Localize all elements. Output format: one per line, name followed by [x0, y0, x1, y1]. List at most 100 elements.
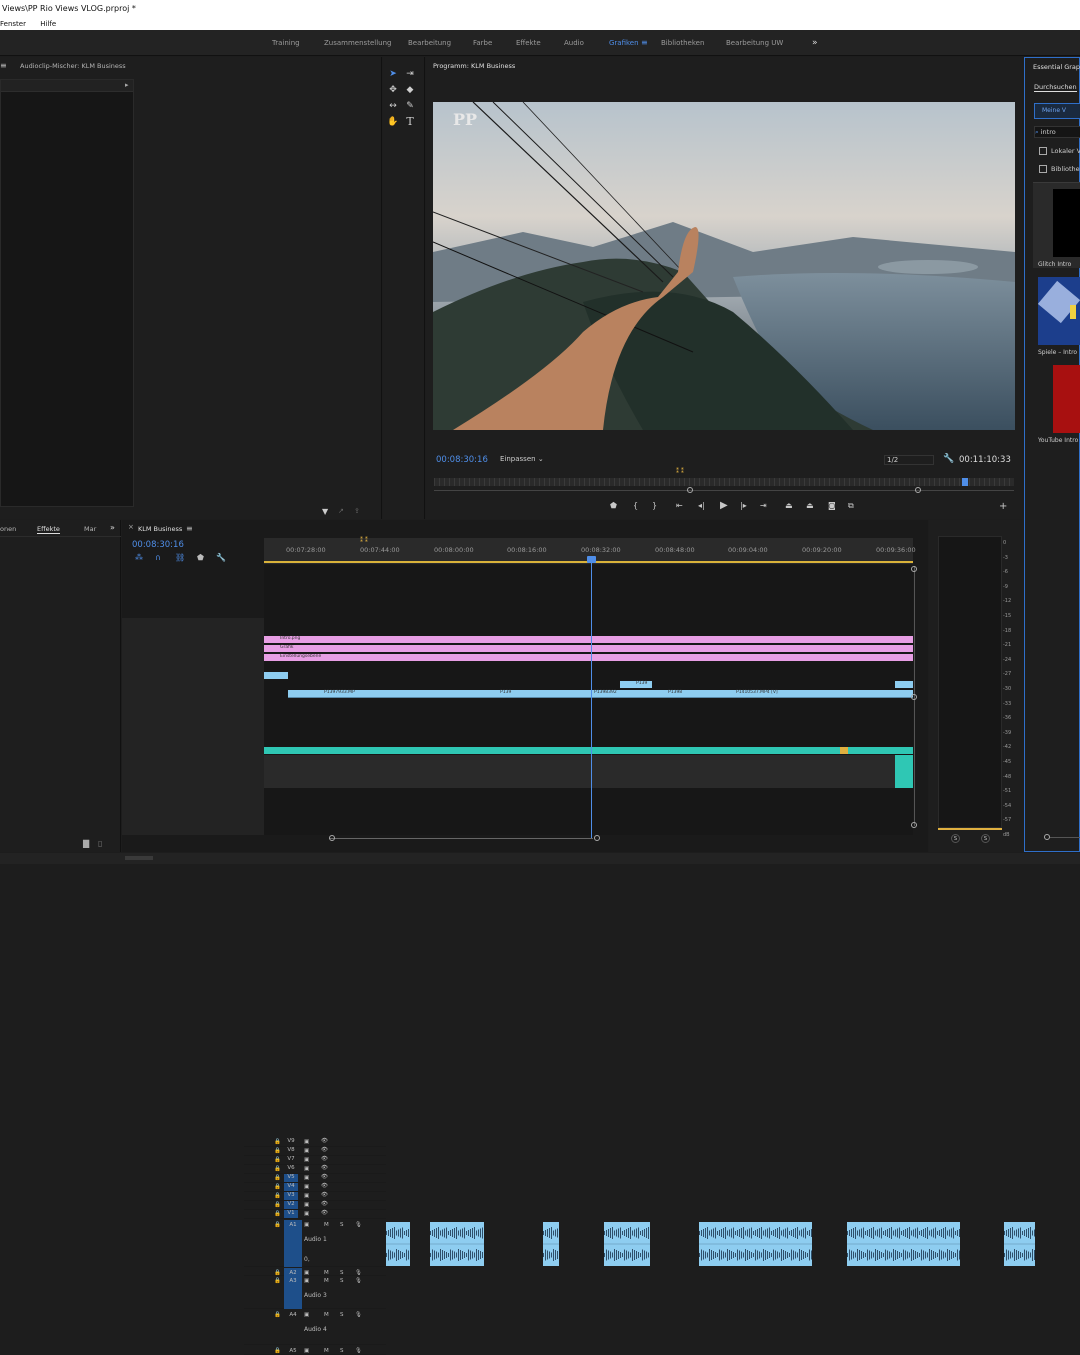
magnet-icon[interactable]: ∩ — [155, 553, 161, 562]
clip-v1[interactable]: P1397933.MP P139 P1398392 P1398 P1410537… — [288, 690, 913, 698]
workspace-more-icon[interactable]: » — [812, 30, 818, 56]
scroll-handle-right[interactable] — [594, 835, 600, 841]
lock-icon[interactable]: 🔒 — [274, 1139, 281, 1145]
lock-icon[interactable]: 🔒 — [274, 1175, 281, 1181]
video-frame[interactable]: PP — [433, 102, 1015, 430]
solo-button[interactable]: S — [340, 1348, 344, 1354]
template-thumbnail-youtube[interactable] — [1053, 365, 1080, 433]
sync-icon[interactable]: ▣ — [304, 1278, 309, 1284]
trash-icon[interactable]: ▯ — [98, 839, 102, 848]
clip-v2[interactable]: P139 — [620, 681, 652, 688]
marker-icon[interactable]: ⬟ — [197, 553, 204, 562]
track-target[interactable]: V9 — [284, 1138, 298, 1146]
scroll-handle-left[interactable] — [329, 835, 335, 841]
camera-icon[interactable]: ◙ — [828, 501, 836, 510]
microphone-icon[interactable]: 🎙 — [355, 1348, 362, 1354]
lock-icon[interactable]: 🔒 — [274, 1211, 281, 1217]
filter-icon[interactable]: ▼ — [322, 507, 328, 516]
ripple-edit-tool-icon[interactable]: ✥ — [386, 83, 400, 97]
track-area[interactable] — [264, 565, 913, 835]
selection-tool-icon[interactable]: ➤ — [386, 67, 400, 81]
tab-effects[interactable]: Effekte — [37, 525, 60, 534]
slip-tool-icon[interactable]: ↔ — [386, 99, 400, 113]
clip-v3[interactable] — [264, 672, 288, 679]
eye-icon[interactable]: 👁 — [321, 1183, 328, 1189]
close-sequence-icon[interactable]: × — [128, 523, 134, 531]
clip-adjustment-layer[interactable]: Einstellungsebene — [264, 654, 913, 661]
track-target[interactable]: V1 — [284, 1210, 298, 1218]
track-select-tool-icon[interactable]: ⇥ — [403, 67, 417, 81]
mute-button[interactable]: M — [324, 1348, 329, 1354]
sync-icon[interactable]: ▣ — [304, 1222, 309, 1228]
more-panels-icon[interactable]: » — [110, 523, 115, 532]
sync-icon[interactable]: ▣ — [304, 1175, 309, 1181]
a2-keyframe[interactable] — [840, 747, 848, 754]
hand-tool-icon[interactable]: ✋ — [386, 115, 400, 129]
workspace-tab-libraries[interactable]: Bibliotheken — [661, 30, 704, 56]
workspace-tab-color[interactable]: Farbe — [473, 30, 492, 56]
sync-icon[interactable]: ▣ — [304, 1184, 309, 1190]
lock-icon[interactable]: 🔒 — [274, 1278, 281, 1284]
solo-button[interactable]: S — [340, 1312, 344, 1318]
sync-icon[interactable]: ▣ — [304, 1348, 309, 1354]
track-target[interactable]: A3 — [284, 1276, 302, 1309]
eye-icon[interactable]: 👁 — [321, 1174, 328, 1180]
workspace-menu-icon[interactable]: ≡ — [641, 30, 648, 56]
wrench-icon[interactable]: 🔧 — [943, 454, 954, 464]
fit-select[interactable]: Einpassen ⌄ — [500, 455, 544, 463]
zoom-bar[interactable] — [434, 490, 1014, 491]
eye-icon[interactable]: 👁 — [321, 1156, 328, 1162]
track-target[interactable]: V7 — [284, 1156, 298, 1164]
step-forward-icon[interactable]: |▸ — [740, 501, 747, 510]
sync-icon[interactable]: ▣ — [304, 1139, 309, 1145]
tab-markers[interactable]: Mar — [84, 525, 96, 533]
playhead-head[interactable] — [587, 556, 596, 563]
playhead-handle[interactable] — [962, 478, 968, 486]
program-scrubber[interactable] — [434, 478, 1014, 486]
workspace-tab-training[interactable]: Training — [272, 30, 300, 56]
audio-clip-a1[interactable] — [386, 1222, 410, 1266]
my-templates-button[interactable]: Meine V — [1034, 103, 1080, 119]
program-timecode[interactable]: 00:08:30:16 — [436, 455, 488, 465]
template-thumbnail-games[interactable] — [1038, 277, 1080, 345]
eye-icon[interactable]: 👁 — [321, 1165, 328, 1171]
lock-icon[interactable]: 🔒 — [274, 1157, 281, 1163]
track-target[interactable]: V6 — [284, 1165, 298, 1173]
lock-icon[interactable]: 🔒 — [274, 1184, 281, 1190]
vscroll-handle-top[interactable] — [911, 566, 917, 572]
chevron-right-icon[interactable]: ▸ — [125, 81, 129, 89]
workspace-tab-assembly[interactable]: Zusammenstellung — [324, 30, 391, 56]
sync-icon[interactable]: ▣ — [304, 1211, 309, 1217]
lock-icon[interactable]: 🔒 — [274, 1348, 281, 1354]
audio-clip-a1[interactable] — [604, 1222, 650, 1266]
lock-icon[interactable]: 🔒 — [274, 1202, 281, 1208]
track-target[interactable]: A2 — [284, 1268, 302, 1276]
menu-item-help[interactable]: Hilfe — [40, 20, 56, 28]
mute-button[interactable]: M — [324, 1222, 329, 1228]
tab-browse[interactable]: Durchsuchen — [1034, 83, 1077, 92]
meter-solo-left[interactable]: S — [951, 834, 960, 843]
lock-icon[interactable]: 🔒 — [274, 1222, 281, 1228]
audio-clip-a1[interactable] — [699, 1222, 812, 1266]
mute-button[interactable]: M — [324, 1278, 329, 1284]
libraries-checkbox[interactable] — [1039, 165, 1047, 173]
mark-in-icon[interactable]: { — [633, 501, 638, 510]
workspace-tab-graphics[interactable]: Grafiken — [609, 30, 639, 56]
sync-icon[interactable]: ▣ — [304, 1166, 309, 1172]
type-tool-icon[interactable]: T — [403, 115, 417, 129]
zoom-handle-right[interactable] — [915, 487, 921, 493]
sequence-tab[interactable]: KLM Business — [138, 525, 182, 533]
linked-selection-icon[interactable]: ⛓ — [175, 553, 185, 562]
play-icon[interactable]: ▶ — [720, 500, 728, 511]
track-target[interactable]: V4 — [284, 1183, 298, 1191]
lock-icon[interactable]: 🔒 — [274, 1148, 281, 1154]
microphone-icon[interactable]: 🎙 — [355, 1222, 362, 1228]
sync-icon[interactable]: ▣ — [304, 1148, 309, 1154]
workspace-tab-editing[interactable]: Bearbeitung — [408, 30, 451, 56]
lock-icon[interactable]: 🔒 — [274, 1312, 281, 1318]
resolution-select[interactable]: 1/2 — [884, 455, 934, 465]
workspace-tab-audio[interactable]: Audio — [564, 30, 584, 56]
clip-a3[interactable] — [895, 755, 913, 788]
mute-button[interactable]: M — [324, 1312, 329, 1318]
track-target[interactable]: V8 — [284, 1147, 298, 1155]
